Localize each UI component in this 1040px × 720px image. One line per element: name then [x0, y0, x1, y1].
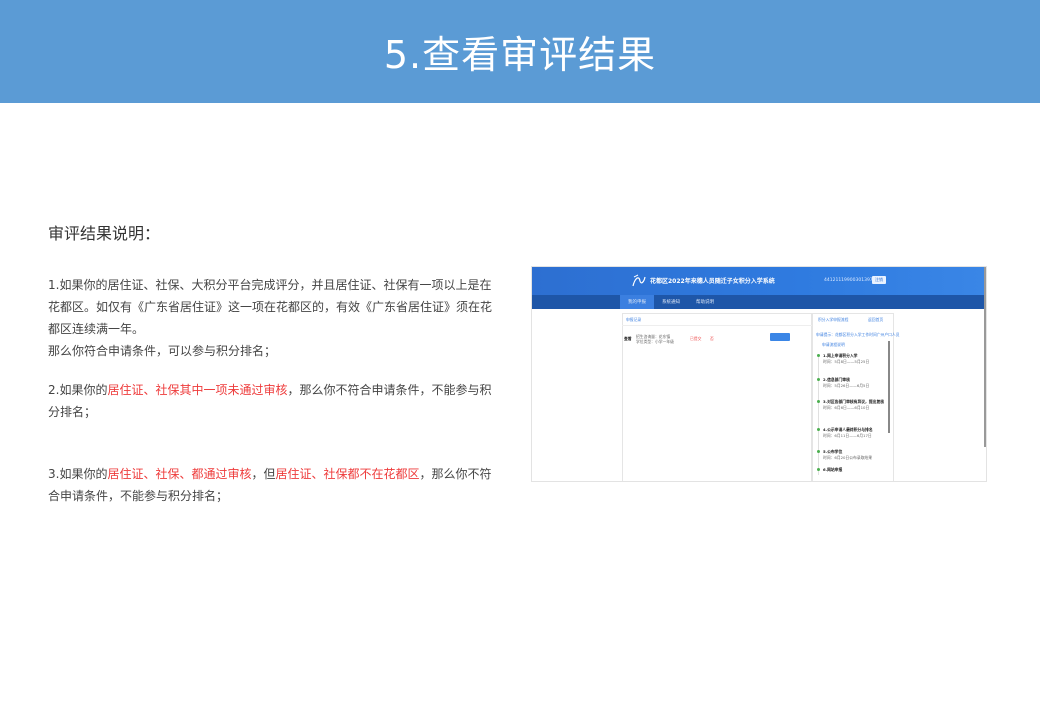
step-dot — [817, 468, 820, 471]
step-dot — [817, 354, 820, 357]
step-5-desc: 时间：6月20日公布录取结果 — [823, 455, 873, 460]
screenshot-nav — [532, 295, 986, 309]
step-dot — [817, 450, 820, 453]
row-status-2: 否 — [710, 336, 714, 341]
step-2-desc: 时间：5月26日——6月5日 — [823, 383, 870, 388]
row-view-link[interactable]: 查看 — [624, 336, 632, 342]
paragraph-3: 3.如果你的居住证、社保、都通过审核，但居住证、社保都不在花都区，那么你不符合申… — [48, 463, 496, 507]
step-dot — [817, 378, 820, 381]
system-screenshot: 花都区2022年来穗人员随迁子女积分入学系统 44121119900301397… — [531, 266, 987, 482]
step-6-title: 6.网站申报 — [823, 467, 843, 472]
paragraph-2: 2.如果你的居住证、社保其中一项未通过审核，那么你不符合申请条件，不能参与积分排… — [48, 379, 496, 423]
right-note: 申请提示：花都区积分入学工作时间广州户口人员 — [816, 332, 900, 337]
step-dot — [817, 400, 820, 403]
step-1-desc: 时间：5月8日——5月25日 — [823, 359, 870, 364]
paragraph-3-highlight-2: 居住证、社保都不在花都区 — [275, 467, 420, 481]
row-info-2: 学位类型：小学一年级 — [636, 339, 674, 344]
paragraph-3-mid: ，但 — [251, 467, 276, 481]
screenshot-title: 花都区2022年来穗人员随迁子女积分入学系统 — [650, 278, 775, 285]
window-edge — [984, 267, 986, 447]
scrollbar[interactable] — [888, 341, 890, 433]
step-3-desc: 时间：6月6日——6月10日 — [823, 405, 870, 410]
title-banner: 5.查看审评结果 — [0, 0, 1040, 103]
paragraph-1-conclusion: 那么你符合申请条件，可以参与积分排名； — [48, 344, 277, 358]
page-title: 5.查看审评结果 — [383, 33, 657, 77]
paragraph-3-highlight-1: 居住证、社保、都通过审核 — [107, 467, 252, 481]
nav-my-application[interactable]: 我的申报 — [628, 299, 646, 305]
timeline-line — [818, 357, 819, 475]
paragraph-1: 1.如果你的居住证、社保、大积分平台完成评分，并且居住证、社保有一项以上是在花都… — [48, 274, 496, 362]
nav-notifications[interactable]: 系统通知 — [662, 299, 680, 305]
row-status-1: 已提交 — [690, 336, 702, 341]
nav-help[interactable]: 帮助说明 — [696, 299, 714, 305]
paragraph-2-prefix: 2.如果你的 — [48, 383, 108, 397]
paragraph-2-highlight: 居住证、社保其中一项未通过审核 — [107, 383, 288, 397]
logo-icon — [632, 274, 646, 287]
right-panel-header: 积分入学申报流程 — [818, 317, 849, 322]
step-4-desc: 时间：6月11日——6月17日 — [823, 433, 872, 438]
left-panel-header: 申报记录 — [626, 317, 642, 322]
user-id: 441211199003013977 — [824, 278, 876, 283]
logout-button[interactable]: 注销 — [872, 276, 886, 284]
paragraph-3-prefix: 3.如果你的 — [48, 467, 108, 481]
step-dot — [817, 428, 820, 431]
home-link[interactable]: 返回首页 — [868, 317, 883, 323]
view-detail-button[interactable] — [770, 333, 790, 341]
process-link[interactable]: 申请流程说明 — [822, 342, 845, 348]
paragraph-1-text: 1.如果你的居住证、社保、大积分平台完成评分，并且居住证、社保有一项以上是在花都… — [48, 278, 493, 336]
section-title: 审评结果说明： — [48, 224, 161, 243]
